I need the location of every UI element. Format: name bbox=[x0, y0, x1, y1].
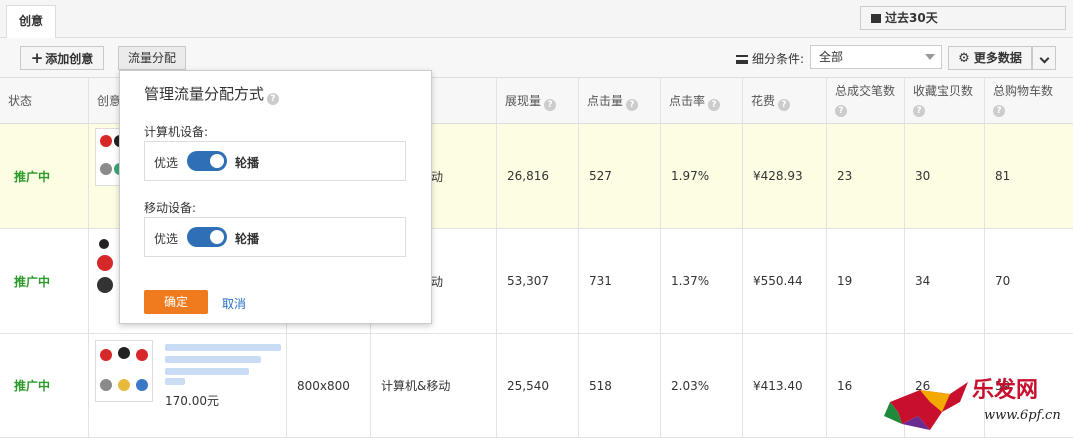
impressions-cell: 25,540 bbox=[496, 334, 578, 437]
col-cart[interactable]: 总购物车数? bbox=[984, 78, 1073, 124]
clicks-cell: 731 bbox=[578, 229, 660, 333]
add-creative-label: 添加创意 bbox=[45, 52, 94, 66]
col-clicks-label: 点击量 bbox=[587, 94, 624, 108]
help-icon[interactable]: ? bbox=[267, 93, 280, 105]
favorites-cell: 34 bbox=[904, 229, 984, 333]
help-icon[interactable]: ? bbox=[913, 105, 925, 117]
rotate-label: 轮播 bbox=[235, 156, 260, 170]
pc-device-label: 计算机设备: bbox=[144, 125, 209, 139]
cost-cell: ¥428.93 bbox=[742, 124, 826, 228]
flow-allocation-popup: 管理流量分配方式? 计算机设备: 优选 轮播 移动设备: 优选 轮播 确定 取消 bbox=[119, 70, 432, 324]
impressions-cell: 26,816 bbox=[496, 124, 578, 228]
blurred-title bbox=[165, 356, 261, 363]
filter-select-value: 全部 bbox=[819, 50, 844, 64]
popup-title-text: 管理流量分配方式 bbox=[144, 85, 265, 103]
col-impressions[interactable]: 展现量? bbox=[496, 78, 578, 124]
price-text: 170.00元 bbox=[165, 394, 219, 408]
cancel-link[interactable]: 取消 bbox=[222, 295, 246, 312]
size-cell: 800x800 bbox=[286, 334, 370, 437]
cart-cell: 70 bbox=[984, 229, 1073, 333]
mobile-device-option: 优选 轮播 bbox=[144, 217, 406, 257]
help-icon[interactable]: ? bbox=[544, 99, 557, 111]
ctr-cell: 2.03% bbox=[660, 334, 742, 437]
col-status-label: 状态 bbox=[8, 94, 33, 108]
col-cart-label: 总购物车数 bbox=[993, 84, 1054, 98]
col-status: 状态 bbox=[0, 78, 88, 124]
cart-cell: 81 bbox=[984, 124, 1073, 228]
blurred-title bbox=[165, 344, 281, 351]
orders-cell: 19 bbox=[826, 229, 904, 333]
help-icon[interactable]: ? bbox=[778, 99, 791, 111]
impressions-cell: 53,307 bbox=[496, 229, 578, 333]
watermark-url: www.6pf.cn bbox=[984, 408, 1061, 423]
mobile-device-label: 移动设备: bbox=[144, 201, 197, 215]
popup-title: 管理流量分配方式? bbox=[144, 83, 280, 105]
col-favorites-label: 收藏宝贝数 bbox=[913, 84, 974, 98]
col-orders-label: 总成交笔数 bbox=[835, 84, 896, 98]
confirm-button[interactable]: 确定 bbox=[144, 290, 208, 314]
list-icon bbox=[736, 55, 748, 64]
creative-thumbnail[interactable] bbox=[95, 340, 153, 402]
calendar-icon bbox=[871, 14, 881, 23]
col-ctr-label: 点击率 bbox=[669, 94, 706, 108]
col-cost[interactable]: 花费? bbox=[742, 78, 826, 124]
mobile-device-toggle[interactable] bbox=[187, 227, 227, 247]
date-range-label: 过去30天 bbox=[885, 11, 938, 25]
filter-label-text: 细分条件: bbox=[752, 52, 805, 66]
clicks-cell: 527 bbox=[578, 124, 660, 228]
watermark-brand: 乐发网 bbox=[972, 377, 1039, 403]
status-badge: 推广中 bbox=[14, 169, 51, 184]
help-icon[interactable]: ? bbox=[708, 99, 721, 111]
watermark-logo: 乐发网 www.6pf.cn bbox=[880, 372, 1073, 438]
gear-icon: ⚙ bbox=[958, 51, 970, 66]
filter-label: 细分条件: bbox=[736, 50, 804, 67]
rotate-label: 轮播 bbox=[235, 232, 260, 246]
pc-device-option: 优选 轮播 bbox=[144, 141, 406, 181]
caret-down-icon bbox=[925, 54, 935, 60]
col-favorites[interactable]: 收藏宝贝数? bbox=[904, 78, 984, 124]
bull-logo-icon bbox=[884, 382, 968, 430]
col-clicks[interactable]: 点击量? bbox=[578, 78, 660, 124]
pc-device-toggle[interactable] bbox=[187, 151, 227, 171]
optimize-label: 优选 bbox=[154, 232, 179, 246]
toggle-knob bbox=[210, 154, 224, 168]
col-ctr[interactable]: 点击率? bbox=[660, 78, 742, 124]
cost-cell: ¥550.44 bbox=[742, 229, 826, 333]
cost-cell: ¥413.40 bbox=[742, 334, 826, 437]
clicks-cell: 518 bbox=[578, 334, 660, 437]
more-data-button[interactable]: ⚙ 更多数据 bbox=[948, 46, 1032, 70]
help-icon[interactable]: ? bbox=[835, 105, 847, 117]
tab-bar: 创意 过去30天 bbox=[0, 0, 1073, 39]
toggle-knob bbox=[210, 230, 224, 244]
tab-creative[interactable]: 创意 bbox=[6, 5, 56, 39]
date-range-button[interactable]: 过去30天 bbox=[860, 6, 1066, 30]
ctr-cell: 1.37% bbox=[660, 229, 742, 333]
creative-cell: 170.00元 bbox=[88, 334, 286, 437]
flow-allocation-button[interactable]: 流量分配 bbox=[118, 46, 186, 70]
filter-select[interactable]: 全部 bbox=[810, 45, 942, 69]
favorites-cell: 30 bbox=[904, 124, 984, 228]
col-creative-label: 创意 bbox=[97, 94, 122, 108]
blurred-title bbox=[165, 378, 185, 385]
help-icon[interactable]: ? bbox=[993, 105, 1005, 117]
chevron-down-icon bbox=[1039, 53, 1049, 64]
add-creative-button[interactable]: + 添加创意 bbox=[20, 46, 104, 70]
optimize-label: 优选 bbox=[154, 156, 179, 170]
more-data-dropdown[interactable] bbox=[1032, 46, 1056, 70]
status-badge: 推广中 bbox=[14, 379, 51, 393]
col-cost-label: 花费 bbox=[751, 94, 776, 108]
device-cell: 计算机&移动 bbox=[370, 334, 496, 437]
plus-icon: + bbox=[30, 49, 44, 67]
help-icon[interactable]: ? bbox=[626, 99, 639, 111]
col-orders[interactable]: 总成交笔数? bbox=[826, 78, 904, 124]
more-data-label: 更多数据 bbox=[973, 51, 1022, 65]
blurred-title bbox=[165, 368, 249, 375]
col-impressions-label: 展现量 bbox=[505, 94, 542, 108]
orders-cell: 23 bbox=[826, 124, 904, 228]
status-badge: 推广中 bbox=[14, 274, 51, 289]
device-text: 动 bbox=[431, 274, 444, 289]
device-text: 动 bbox=[431, 169, 444, 184]
ctr-cell: 1.97% bbox=[660, 124, 742, 228]
